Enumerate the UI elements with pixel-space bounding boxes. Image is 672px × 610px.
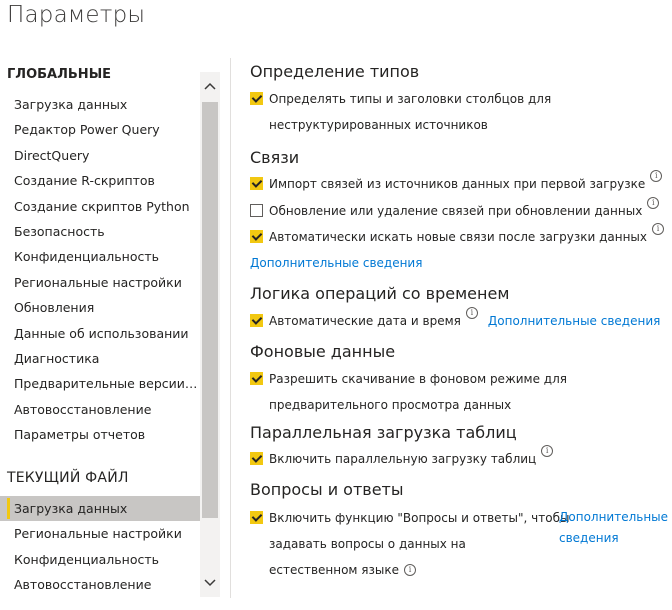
sidebar-item-python-scripting[interactable]: Создание скриптов Python <box>0 194 200 219</box>
scrollbar-thumb[interactable] <box>202 102 218 518</box>
background-data-option-text: Разрешить скачивание в фоновом режиме дл… <box>269 372 567 412</box>
qna-option[interactable]: Включить функцию "Вопросы и ответы", что… <box>250 505 670 583</box>
info-icon[interactable]: i <box>404 563 417 576</box>
sidebar-item-current-data-load[interactable]: Загрузка данных <box>0 496 200 522</box>
global-section-header: ГЛОБАЛЬНЫЕ <box>7 67 112 82</box>
info-icon[interactable]: i <box>647 197 660 209</box>
sidebar-item-regional-settings[interactable]: Региональные настройки <box>0 270 200 295</box>
sidebar-item-directquery[interactable]: DirectQuery <box>0 143 200 168</box>
sidebar-item-security[interactable]: Безопасность <box>0 219 200 244</box>
sidebar-item-current-privacy[interactable]: Конфиденциальность <box>0 547 200 572</box>
sidebar-item-preview-features[interactable]: Предварительные версии во... <box>0 371 200 396</box>
update-relationships-label: Обновление или удаление связей при обнов… <box>269 204 643 218</box>
type-detection-option-text: Определять типы и заголовки столбцов для… <box>269 92 552 132</box>
autodetect-relationships-label: Автоматически искать новые связи после з… <box>269 230 647 244</box>
current-file-nav-list: Загрузка данных Региональные настройки К… <box>0 496 200 598</box>
sidebar-item-auto-recovery[interactable]: Автовосстановление <box>0 397 200 422</box>
info-icon[interactable]: i <box>652 223 664 235</box>
global-nav-list: Загрузка данных Редактор Power Query Dir… <box>0 92 200 447</box>
sidebar-item-data-load[interactable]: Загрузка данных <box>0 92 200 117</box>
autodetect-relationships-checkbox[interactable] <box>250 230 263 243</box>
relationships-learn-more-link[interactable]: Дополнительные сведения <box>250 250 422 276</box>
background-data-heading: Фоновые данные <box>250 342 396 361</box>
sidebar-item-privacy[interactable]: Конфиденциальность <box>0 244 200 269</box>
import-relationships-option[interactable]: Импорт связей из источников данных при п… <box>250 170 670 197</box>
qna-checkbox[interactable] <box>250 511 263 524</box>
info-icon[interactable]: i <box>465 307 478 319</box>
parallel-loading-checkbox[interactable] <box>250 452 263 465</box>
sidebar-item-diagnostics[interactable]: Диагностика <box>0 346 200 371</box>
background-data-checkbox[interactable] <box>250 372 263 385</box>
qna-heading: Вопросы и ответы <box>250 480 404 499</box>
update-relationships-checkbox[interactable] <box>250 204 263 217</box>
current-file-section-header: ТЕКУЩИЙ ФАЙЛ <box>7 470 129 486</box>
update-relationships-option[interactable]: Обновление или удаление связей при обнов… <box>250 197 670 224</box>
parallel-loading-option[interactable]: Включить параллельную загрузку таблиц i <box>250 445 670 472</box>
settings-sidebar: ГЛОБАЛЬНЫЕ Загрузка данных Редактор Powe… <box>0 54 222 599</box>
import-relationships-checkbox[interactable] <box>250 177 263 190</box>
type-detection-heading: Определение типов <box>250 62 420 81</box>
type-detection-checkbox[interactable] <box>250 92 263 105</box>
sidebar-item-r-scripting[interactable]: Создание R-скриптов <box>0 168 200 193</box>
parallel-loading-label: Включить параллельную загрузку таблиц <box>269 452 537 466</box>
relationships-heading: Связи <box>250 148 300 167</box>
qna-learn-more-link[interactable]: Дополнительные сведения <box>559 507 668 549</box>
type-detection-option[interactable]: Определять типы и заголовки столбцов для… <box>250 86 670 138</box>
info-icon[interactable]: i <box>541 445 554 457</box>
auto-date-time-checkbox[interactable] <box>250 314 263 327</box>
panel-divider <box>230 58 231 598</box>
auto-date-time-label: Автоматические дата и время <box>269 314 461 328</box>
scroll-down-chevron-icon[interactable] <box>200 571 220 595</box>
qna-option-text: Включить функцию "Вопросы и ответы", что… <box>269 511 570 577</box>
page-title: Параметры <box>7 2 146 28</box>
sidebar-item-updates[interactable]: Обновления <box>0 295 200 320</box>
scroll-up-chevron-icon[interactable] <box>200 74 220 98</box>
sidebar-item-usage-data[interactable]: Данные об использовании <box>0 321 200 346</box>
parallel-loading-heading: Параллельная загрузка таблиц <box>250 423 517 442</box>
sidebar-item-current-regional-settings[interactable]: Региональные настройки <box>0 521 200 546</box>
sidebar-scrollbar[interactable] <box>200 72 220 597</box>
info-icon[interactable]: i <box>650 170 663 182</box>
auto-date-time-option[interactable]: Автоматические дата и время i Дополнител… <box>250 307 670 334</box>
sidebar-item-power-query-editor[interactable]: Редактор Power Query <box>0 117 200 142</box>
sidebar-item-report-settings[interactable]: Параметры отчетов <box>0 422 200 447</box>
autodetect-relationships-option[interactable]: Автоматически искать новые связи после з… <box>250 223 670 250</box>
import-relationships-label: Импорт связей из источников данных при п… <box>269 177 646 191</box>
background-data-option[interactable]: Разрешить скачивание в фоновом режиме дл… <box>250 366 670 418</box>
time-intelligence-learn-more-link[interactable]: Дополнительные сведения <box>488 308 660 334</box>
sidebar-item-current-auto-recovery[interactable]: Автовосстановление <box>0 572 200 597</box>
